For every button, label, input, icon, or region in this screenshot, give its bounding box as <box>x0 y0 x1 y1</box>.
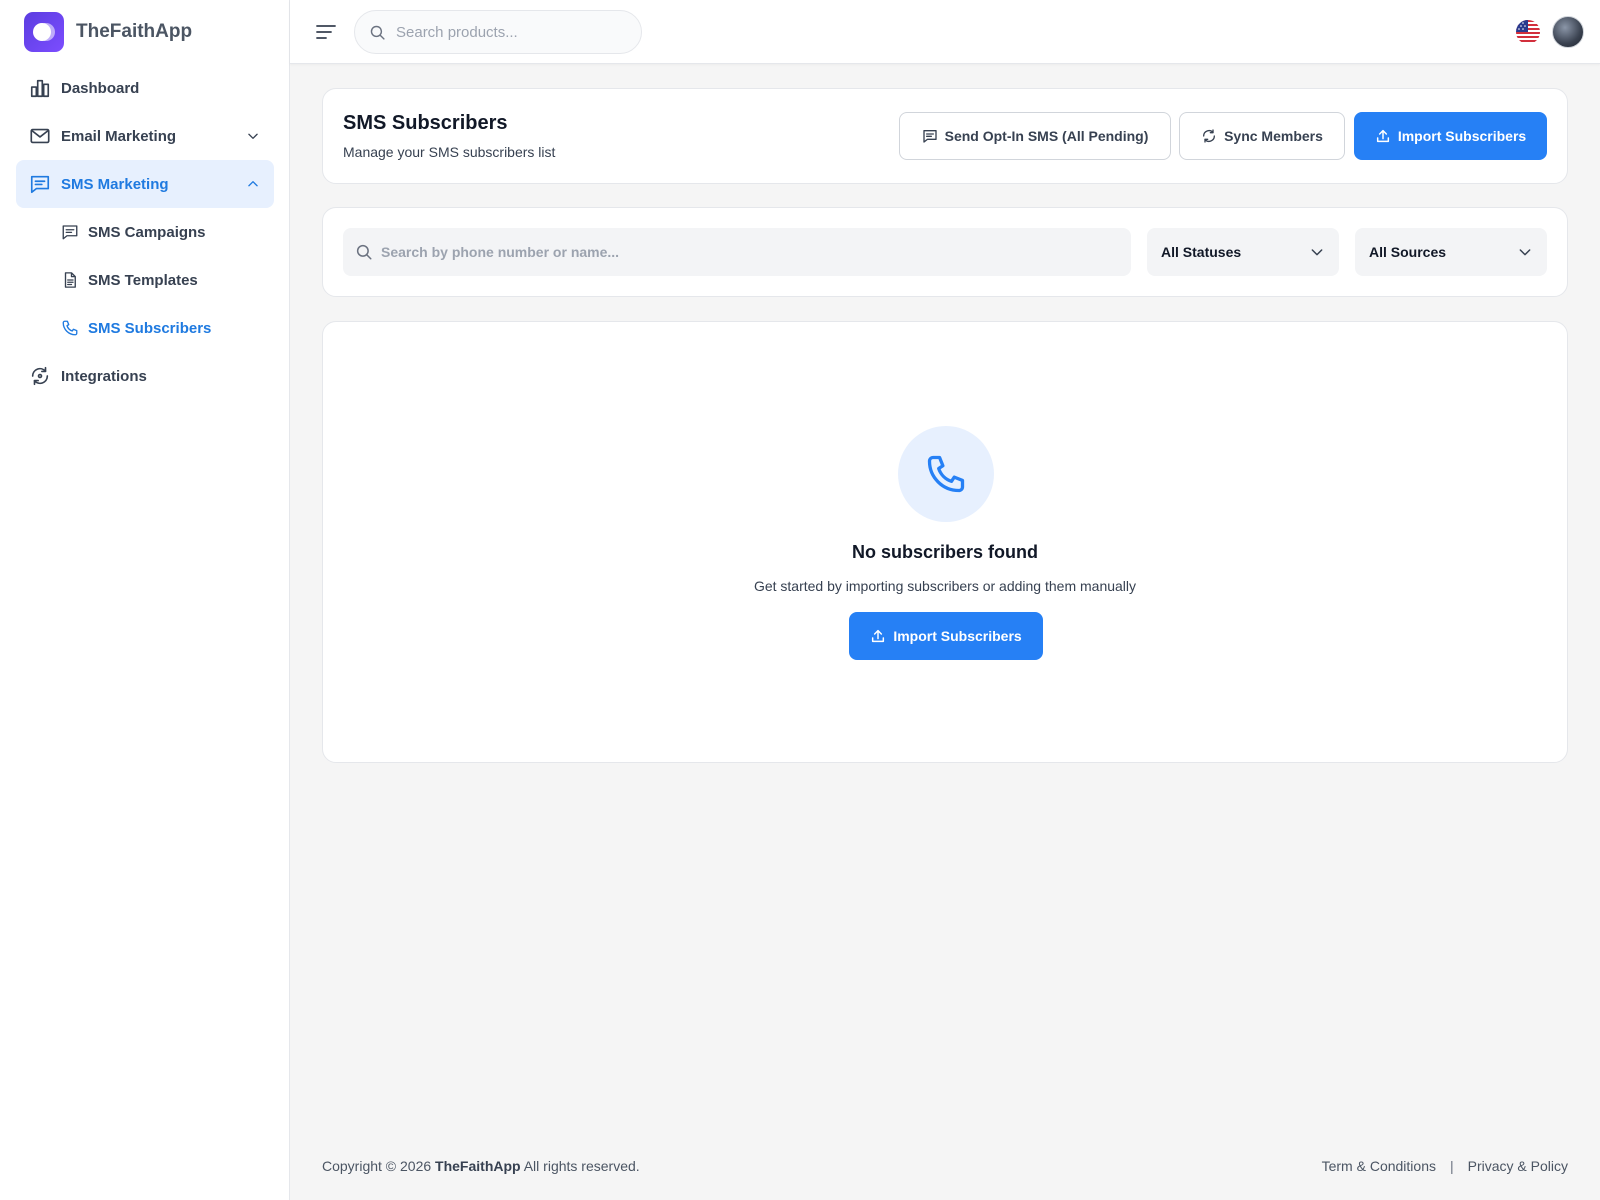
phone-icon <box>60 318 80 338</box>
app-logo[interactable]: TheFaithApp <box>24 12 192 52</box>
copyright-prefix: Copyright © 2026 <box>322 1158 432 1174</box>
upload-icon <box>1376 129 1389 143</box>
sidebar: TheFaithApp Dashboard Email Marketing SM… <box>0 0 290 1200</box>
chevron-up-icon[interactable] <box>246 177 260 191</box>
topbar <box>290 0 1600 64</box>
sidebar-item-label: SMS Campaigns <box>88 223 206 241</box>
file-text-icon <box>60 270 80 290</box>
status-select-value: All Statuses <box>1161 244 1242 260</box>
footer-links: Term & Conditions | Privacy & Policy <box>1322 1158 1568 1174</box>
button-label: Import Subscribers <box>893 628 1022 644</box>
search-icon <box>370 25 385 40</box>
send-optin-sms-button[interactable]: Send Opt-In SMS (All Pending) <box>899 112 1171 160</box>
footer-separator: | <box>1450 1158 1454 1174</box>
chevron-down-icon <box>1519 249 1531 256</box>
refresh-icon <box>29 365 51 387</box>
button-label: Send Opt-In SMS (All Pending) <box>944 128 1149 144</box>
privacy-link[interactable]: Privacy & Policy <box>1468 1158 1568 1174</box>
sidebar-item-sms-campaigns[interactable]: SMS Campaigns <box>16 208 274 256</box>
copyright-suffix: All rights reserved. <box>523 1158 640 1174</box>
sidebar-item-email-marketing[interactable]: Email Marketing <box>16 112 274 160</box>
sidebar-item-integrations[interactable]: Integrations <box>16 352 274 400</box>
sidebar-item-sms-marketing[interactable]: SMS Marketing <box>16 160 274 208</box>
sidebar-nav: Dashboard Email Marketing SMS Marketing … <box>16 64 274 400</box>
import-subscribers-button[interactable]: Import Subscribers <box>1354 112 1547 160</box>
sidebar-item-sms-templates[interactable]: SMS Templates <box>16 256 274 304</box>
message-icon <box>922 130 937 143</box>
status-select[interactable]: All Statuses <box>1147 228 1339 276</box>
sidebar-item-label: SMS Templates <box>88 271 198 289</box>
global-search-input[interactable] <box>396 23 616 41</box>
global-search[interactable] <box>354 10 642 54</box>
avatar[interactable] <box>1552 16 1584 48</box>
sync-members-button[interactable]: Sync Members <box>1179 112 1345 160</box>
menu-icon[interactable] <box>314 20 338 44</box>
terms-link[interactable]: Term & Conditions <box>1322 1158 1436 1174</box>
subscriber-search-input[interactable] <box>381 244 1081 260</box>
upload-icon <box>872 629 885 643</box>
button-label: Import Subscribers <box>1397 128 1527 144</box>
chevron-down-icon <box>1311 249 1323 256</box>
page-title: SMS Subscribers <box>343 112 508 134</box>
copyright-brand: TheFaithApp <box>435 1158 521 1174</box>
source-select-value: All Sources <box>1369 244 1447 260</box>
sidebar-item-label: SMS Subscribers <box>88 319 212 337</box>
source-select[interactable]: All Sources <box>1355 228 1547 276</box>
empty-import-subscribers-button[interactable]: Import Subscribers <box>849 612 1043 660</box>
message-icon <box>60 222 80 242</box>
page-header-card: SMS Subscribers Manage your SMS subscrib… <box>322 88 1568 184</box>
mail-icon <box>29 125 51 147</box>
refresh-icon <box>1203 129 1216 143</box>
sidebar-item-dashboard[interactable]: Dashboard <box>16 64 274 112</box>
button-label: Sync Members <box>1224 128 1323 144</box>
footer: Copyright © 2026 TheFaithApp All rights … <box>322 1158 1568 1174</box>
us-flag-icon[interactable] <box>1516 20 1540 44</box>
copyright-text: Copyright © 2026 TheFaithApp All rights … <box>322 1158 640 1174</box>
sidebar-item-label: SMS Marketing <box>61 175 169 193</box>
page-subtitle: Manage your SMS subscribers list <box>343 144 556 160</box>
empty-state-title: No subscribers found <box>851 542 1039 562</box>
logo-icon <box>24 12 64 52</box>
sidebar-item-sms-subscribers[interactable]: SMS Subscribers <box>16 304 274 352</box>
sidebar-item-label: Dashboard <box>61 79 140 97</box>
sidebar-item-label: Email Marketing <box>61 127 177 145</box>
empty-state-subtitle: Get started by importing subscribers or … <box>753 578 1137 594</box>
search-icon <box>356 244 372 260</box>
chart-bar-icon <box>29 77 51 99</box>
app-name: TheFaithApp <box>76 21 193 42</box>
chevron-down-icon[interactable] <box>246 129 260 143</box>
sidebar-item-label: Integrations <box>61 367 147 385</box>
empty-state-card: No subscribers found Get started by impo… <box>322 321 1568 763</box>
message-square-icon <box>29 173 51 195</box>
filters-card: All Statuses All Sources <box>322 207 1568 297</box>
phone-icon <box>898 426 994 522</box>
subscriber-search[interactable] <box>343 228 1131 276</box>
